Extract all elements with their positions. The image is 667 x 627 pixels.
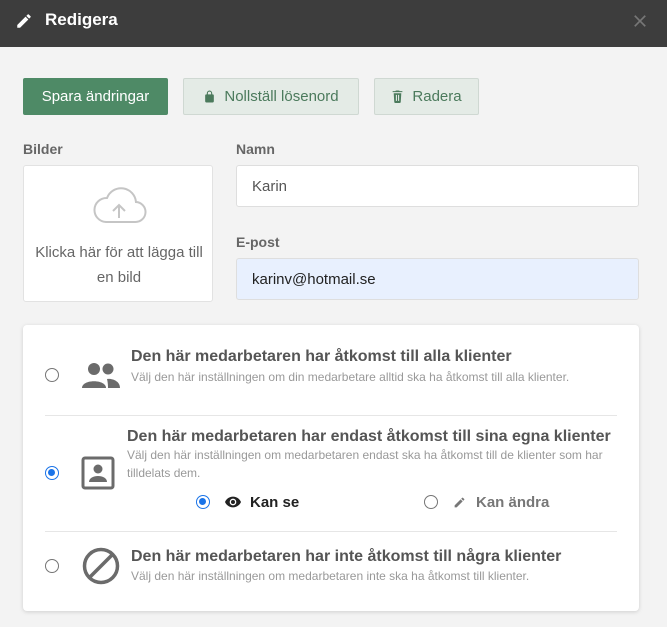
trash-icon [393,90,403,103]
block-icon [82,547,120,585]
access-own-radio[interactable] [45,466,59,480]
dialog-title: Redigera [45,10,118,29]
eye-icon [225,496,241,508]
email-label: E-post [236,234,280,250]
can-view-radio[interactable] [196,495,210,509]
images-label: Bilder [23,141,63,157]
access-all-title: Den här medarbetaren har åtkomst till al… [131,348,512,365]
delete-label: Radera [412,88,462,105]
no-access-description: Välj den här inställningen om medarbetar… [131,569,530,583]
name-label: Namn [236,141,275,157]
name-input[interactable] [236,165,639,207]
no-access-radio[interactable] [45,559,59,573]
can-edit-label: Kan ändra [476,494,550,511]
image-upload-hint: Klicka här för att lägga till en bild [35,244,203,286]
no-access-title: Den här medarbetaren har inte åtkomst ti… [131,548,562,565]
delete-button[interactable]: Radera [374,78,479,115]
close-icon[interactable] [630,11,650,31]
access-all-radio[interactable] [45,368,59,382]
reset-password-label: Nollställ lösenord [224,88,339,105]
reset-password-button[interactable]: Nollställ lösenord [183,78,359,115]
can-view-label: Kan se [250,494,300,511]
lock-icon [205,90,215,103]
pencil-icon [17,14,31,28]
users-icon [82,363,120,388]
access-all-description: Välj den här inställningen om din medarb… [131,370,570,384]
image-upload-area[interactable]: Klicka här för att lägga till en bild [23,165,213,302]
access-own-title: Den här medarbetaren har endast åtkomst … [127,428,611,445]
cloud-upload-icon [93,187,147,224]
divider [45,531,617,532]
divider [45,415,617,416]
save-button-label: Spara ändringar [41,88,150,105]
contact-card-icon [81,456,115,490]
dialog-header: Redigera [0,0,667,47]
pencil-icon [454,497,465,508]
access-options-card: Den här medarbetaren har åtkomst till al… [23,325,639,611]
save-button[interactable]: Spara ändringar [23,78,168,115]
email-input[interactable] [236,258,639,300]
can-edit-radio[interactable] [424,495,438,509]
access-own-description: Välj den här inställningen om medarbetar… [127,448,603,480]
